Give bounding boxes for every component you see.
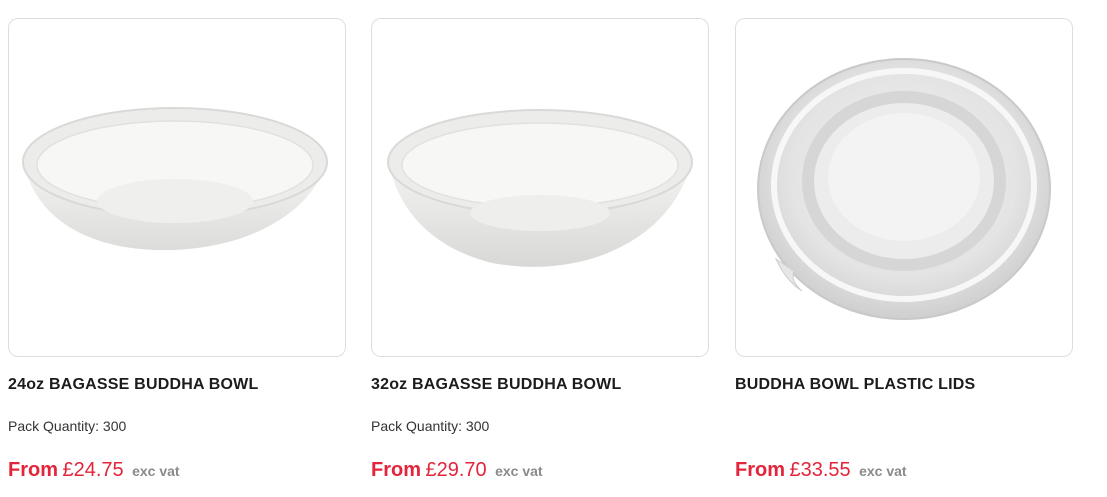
product-card: 24oz BAGASSE BUDDHA BOWL Pack Quantity: … (8, 18, 346, 481)
vat-note: exc vat (132, 463, 180, 479)
product-image-link[interactable] (735, 18, 1073, 357)
pack-quantity: Pack Quantity: 300 (371, 418, 490, 434)
product-image-link[interactable] (8, 18, 346, 357)
product-card: BUDDHA BOWL PLASTIC LIDS From £33.55 exc… (735, 18, 1073, 481)
bagasse-bowl-image (387, 109, 693, 267)
product-title[interactable]: 24oz BAGASSE BUDDHA BOWL (8, 376, 258, 394)
price-value: £24.75 (62, 459, 124, 481)
product-title[interactable]: 32oz BAGASSE BUDDHA BOWL (371, 376, 621, 394)
price-row: From £24.75 exc vat (8, 459, 180, 482)
vat-note: exc vat (495, 463, 543, 479)
bagasse-bowl-image (22, 107, 328, 251)
price-prefix: From (735, 459, 785, 481)
product-image-link[interactable] (371, 18, 709, 357)
product-title[interactable]: BUDDHA BOWL PLASTIC LIDS (735, 376, 975, 394)
price-prefix: From (8, 459, 58, 481)
price-value: £29.70 (425, 459, 487, 481)
price-row: From £29.70 exc vat (371, 459, 543, 482)
price-row: From £33.55 exc vat (735, 459, 907, 482)
product-card: 32oz BAGASSE BUDDHA BOWL Pack Quantity: … (371, 18, 709, 481)
price-prefix: From (371, 459, 421, 481)
vat-note: exc vat (859, 463, 907, 479)
price-value: £33.55 (789, 459, 851, 481)
plastic-lid-image (757, 58, 1051, 320)
pack-quantity: Pack Quantity: 300 (8, 418, 127, 434)
